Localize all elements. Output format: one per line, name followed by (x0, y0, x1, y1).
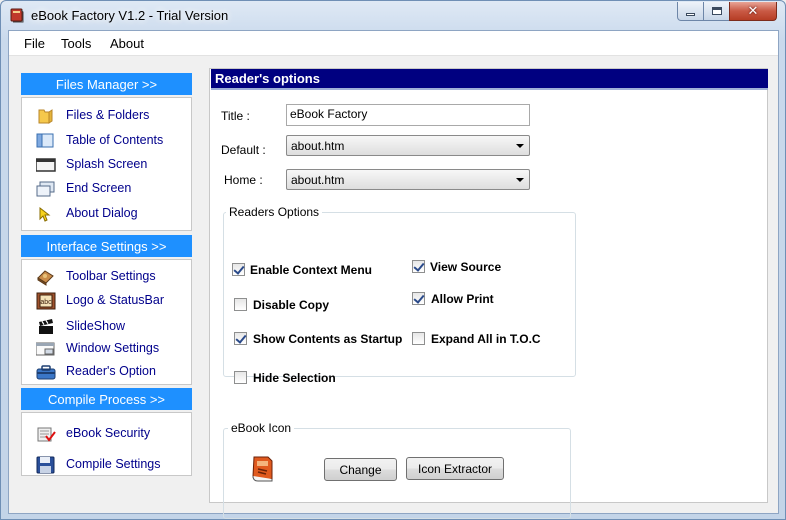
compile-process-header[interactable]: Compile Process >> (21, 388, 192, 410)
checkbox[interactable] (412, 292, 425, 305)
close-button[interactable]: ✕ (729, 2, 777, 21)
save-disk-icon (36, 456, 55, 474)
title-input[interactable]: eBook Factory (286, 104, 530, 126)
checkbox-label: Show Contents as Startup (253, 332, 403, 346)
app-window: eBook Factory V1.2 - Trial Version ✕ Fil… (0, 0, 786, 520)
sidebar-item-compile-settings[interactable]: Compile Settings (22, 455, 187, 475)
reader-option-icon (36, 365, 56, 380)
maximize-icon (711, 7, 722, 15)
menu-about[interactable]: About (110, 36, 144, 51)
title-bar[interactable]: eBook Factory V1.2 - Trial Version ✕ (1, 1, 785, 29)
checkbox[interactable] (234, 371, 247, 384)
sidebar-item-label: Toolbar Settings (66, 269, 156, 283)
home-page-value: about.htm (291, 173, 345, 187)
ebook-icon-legend: eBook Icon (228, 421, 295, 435)
checkbox[interactable] (412, 260, 425, 273)
sidebar-item-label: End Screen (66, 181, 132, 195)
home-page-select[interactable]: about.htm (286, 169, 530, 190)
chevron-down-icon (516, 178, 524, 182)
readers-options-legend: Readers Options (226, 205, 323, 219)
panel-divider (211, 88, 768, 90)
checkbox-label: Hide Selection (253, 371, 336, 385)
splash-screen-icon (36, 158, 56, 172)
interface-settings-group: Toolbar Settings abc Logo & StatusBar Sl… (21, 259, 192, 385)
chevron-down-icon (516, 144, 524, 148)
sidebar-item-label: SlideShow (66, 319, 126, 333)
panel-title: Reader's options (211, 69, 768, 88)
client-area: File Tools About Files Manager >> Files … (8, 30, 779, 519)
sidebar-item-label: Splash Screen (66, 157, 148, 171)
slideshow-icon (39, 319, 53, 334)
files-manager-header[interactable]: Files Manager >> (21, 73, 192, 95)
checkbox-label: Expand All in T.O.C (431, 332, 541, 346)
sidebar-item-about-dialog[interactable]: About Dialog (22, 204, 187, 224)
checkbox[interactable] (412, 332, 425, 345)
sidebar-item-label: Window Settings (66, 341, 160, 355)
minimize-icon (686, 12, 695, 16)
sidebar-item-logo-statusbar[interactable]: abc Logo & StatusBar (22, 291, 187, 311)
sidebar-item-label: Reader's Option (66, 364, 156, 378)
folder-icon (38, 109, 53, 124)
menu-file[interactable]: File (24, 36, 45, 51)
svg-text:abc: abc (40, 299, 52, 306)
toolbar-icon (37, 270, 54, 286)
checkbox-label: Allow Print (431, 292, 494, 306)
icon-extractor-button[interactable]: Icon Extractor (406, 457, 504, 480)
sidebar-item-window-settings[interactable]: Window Settings (22, 339, 187, 359)
sidebar-item-table-of-contents[interactable]: Table of Contents (22, 131, 187, 151)
sidebar-item-readers-option[interactable]: Reader's Option (22, 362, 187, 382)
maximize-button[interactable] (703, 2, 730, 21)
home-label: Home : (224, 173, 263, 187)
files-manager-group: Files & Folders Table of Contents Splash… (21, 97, 192, 231)
menu-bar: File Tools About (9, 31, 778, 56)
checkbox[interactable] (234, 332, 247, 345)
sidebar-item-label: Table of Contents (66, 133, 164, 147)
sidebar-item-slideshow[interactable]: SlideShow (22, 317, 187, 337)
window-icon (36, 342, 55, 356)
default-page-select[interactable]: about.htm (286, 135, 530, 156)
sidebar-item-files-folders[interactable]: Files & Folders (22, 106, 187, 126)
close-icon: ✕ (747, 3, 759, 19)
menu-tools[interactable]: Tools (61, 36, 91, 51)
app-book-icon (10, 8, 24, 23)
checkbox-label: Disable Copy (253, 298, 330, 312)
checkbox-label: View Source (430, 260, 502, 274)
sidebar-item-toolbar-settings[interactable]: Toolbar Settings (22, 267, 187, 287)
ebook-preview-icon (252, 456, 273, 482)
compile-process-group: eBook Security Compile Settings (21, 412, 192, 476)
change-icon-button[interactable]: Change (324, 458, 397, 481)
sidebar-item-label: eBook Security (66, 426, 151, 440)
checkbox[interactable] (234, 298, 247, 311)
sidebar-item-label: About Dialog (66, 206, 138, 220)
about-dialog-icon (39, 206, 51, 222)
sidebar-item-splash-screen[interactable]: Splash Screen (22, 155, 187, 175)
checkbox[interactable] (232, 263, 245, 276)
default-label: Default : (221, 143, 266, 157)
end-screen-icon (36, 181, 55, 197)
logo-icon: abc (36, 292, 56, 310)
interface-settings-header[interactable]: Interface Settings >> (21, 235, 192, 257)
sidebar-item-label: Files & Folders (66, 108, 150, 122)
window-title: eBook Factory V1.2 - Trial Version (31, 8, 229, 23)
title-label: Title : (221, 109, 250, 123)
sidebar-item-label: Logo & StatusBar (66, 293, 164, 307)
readers-options-group (223, 212, 576, 377)
readers-options-panel: Reader's options Title : eBook Factory D… (209, 68, 768, 519)
sidebar-item-label: Compile Settings (66, 457, 161, 471)
security-icon (37, 427, 56, 442)
default-page-value: about.htm (291, 139, 345, 153)
minimize-button[interactable] (677, 2, 704, 21)
sidebar-item-ebook-security[interactable]: eBook Security (22, 424, 187, 444)
checkbox-label: Enable Context Menu (250, 263, 373, 277)
toc-icon (36, 133, 54, 148)
sidebar-item-end-screen[interactable]: End Screen (22, 179, 187, 199)
